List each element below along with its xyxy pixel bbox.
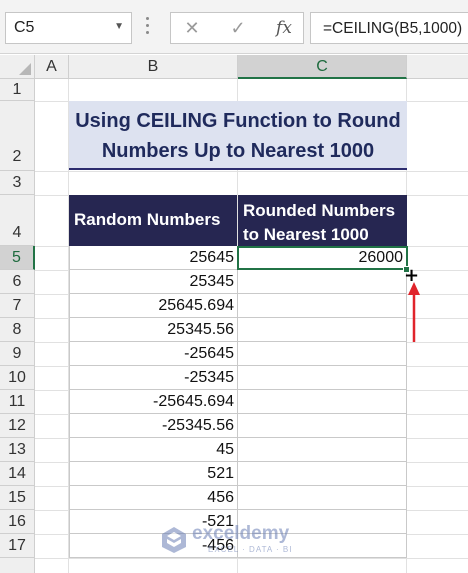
close-icon[interactable]: ✕ [175, 16, 209, 40]
row-header-13[interactable]: 13 [0, 438, 35, 462]
table-cell-random-number[interactable]: 25645 [69, 246, 238, 270]
row-header-3[interactable]: 3 [0, 171, 35, 195]
table-header-rounded-line-1: Rounded Numbers [243, 201, 396, 220]
up-arrow-icon [408, 282, 420, 342]
row-header-17[interactable]: 17 [0, 534, 35, 558]
formula-input[interactable]: =CEILING(B5,1000) [310, 12, 468, 44]
table-cell-rounded-number[interactable] [238, 342, 407, 366]
exceldemy-logo-icon [162, 527, 186, 553]
row-header-5[interactable]: 5 [0, 246, 35, 270]
table-cell-random-number[interactable]: 456 [69, 486, 238, 510]
table-cell-random-number[interactable]: 45 [69, 438, 238, 462]
row-header-12[interactable]: 12 [0, 414, 35, 438]
sheet-title-line-1: Using CEILING Function to Round [75, 110, 401, 132]
table-cell-rounded-number[interactable] [238, 486, 407, 510]
table-cell-rounded-number[interactable] [238, 462, 407, 486]
column-header-d[interactable] [407, 55, 468, 79]
table-cell-rounded-number[interactable] [238, 318, 407, 342]
exceldemy-watermark: exceldemy EXCEL · DATA · BI [160, 523, 320, 559]
row-header-18[interactable] [0, 558, 35, 573]
row-header-6[interactable]: 6 [0, 270, 35, 294]
check-icon[interactable]: ✓ [221, 16, 255, 40]
row-header-16[interactable]: 16 [0, 510, 35, 534]
table-cell-random-number[interactable]: 25645.694 [69, 294, 238, 318]
row-header-4[interactable]: 4 [0, 195, 35, 246]
row-header-7[interactable]: 7 [0, 294, 35, 318]
table-cell-random-number[interactable]: -25345 [69, 366, 238, 390]
table-cell-random-number[interactable]: 25345 [69, 270, 238, 294]
table-header-random-numbers[interactable]: Random Numbers [69, 195, 237, 246]
row-header-11[interactable]: 11 [0, 390, 35, 414]
row-header-10[interactable]: 10 [0, 366, 35, 390]
row-header-15[interactable]: 15 [0, 486, 35, 510]
table-cell-random-number[interactable]: -25645 [69, 342, 238, 366]
chevron-down-icon[interactable]: ▼ [114, 21, 124, 32]
active-cell-border[interactable] [237, 246, 408, 270]
table-cell-rounded-number[interactable] [238, 270, 407, 294]
formula-bar: C5 ▼ ✕ ✓ fx =CEILING(B5,1000) [0, 0, 468, 54]
column-header-c[interactable]: C [238, 55, 407, 79]
column-header-b[interactable]: B [69, 55, 238, 79]
watermark-tagline: EXCEL · DATA · BI [208, 545, 293, 554]
row-header-2[interactable]: 2 [0, 101, 35, 171]
watermark-name: exceldemy [192, 523, 290, 544]
drag-handle-icon[interactable] [146, 17, 150, 39]
select-all-corner[interactable] [0, 55, 35, 79]
table-cell-rounded-number[interactable] [238, 294, 407, 318]
table-cell-random-number[interactable]: -25645.694 [69, 390, 238, 414]
function-icon[interactable]: fx [267, 16, 301, 40]
row-header-8[interactable]: 8 [0, 318, 35, 342]
table-cell-random-number[interactable]: 521 [69, 462, 238, 486]
table-cell-rounded-number[interactable] [238, 414, 407, 438]
table-header-rounded-numbers[interactable]: Rounded Numbers to Nearest 1000 [238, 195, 407, 246]
sheet-title-line-2: Numbers Up to Nearest 1000 [101, 140, 375, 162]
table-cell-random-number[interactable]: -25345.56 [69, 414, 238, 438]
row-header-1[interactable]: 1 [0, 79, 35, 101]
name-box[interactable]: C5 ▼ [5, 12, 132, 44]
table-cell-rounded-number[interactable] [238, 366, 407, 390]
table-header-rounded-line-2: to Nearest 1000 [243, 225, 369, 244]
sheet-title[interactable]: Using CEILING Function to Round Numbers … [69, 101, 407, 170]
row-header-14[interactable]: 14 [0, 462, 35, 486]
row-header-9[interactable]: 9 [0, 342, 35, 366]
table-cell-random-number[interactable]: 25345.56 [69, 318, 238, 342]
formula-buttons: ✕ ✓ fx [170, 12, 304, 44]
table-cell-rounded-number[interactable] [238, 438, 407, 462]
column-header-a[interactable]: A [35, 55, 69, 79]
table-cell-rounded-number[interactable] [238, 390, 407, 414]
name-box-value: C5 [14, 19, 35, 36]
